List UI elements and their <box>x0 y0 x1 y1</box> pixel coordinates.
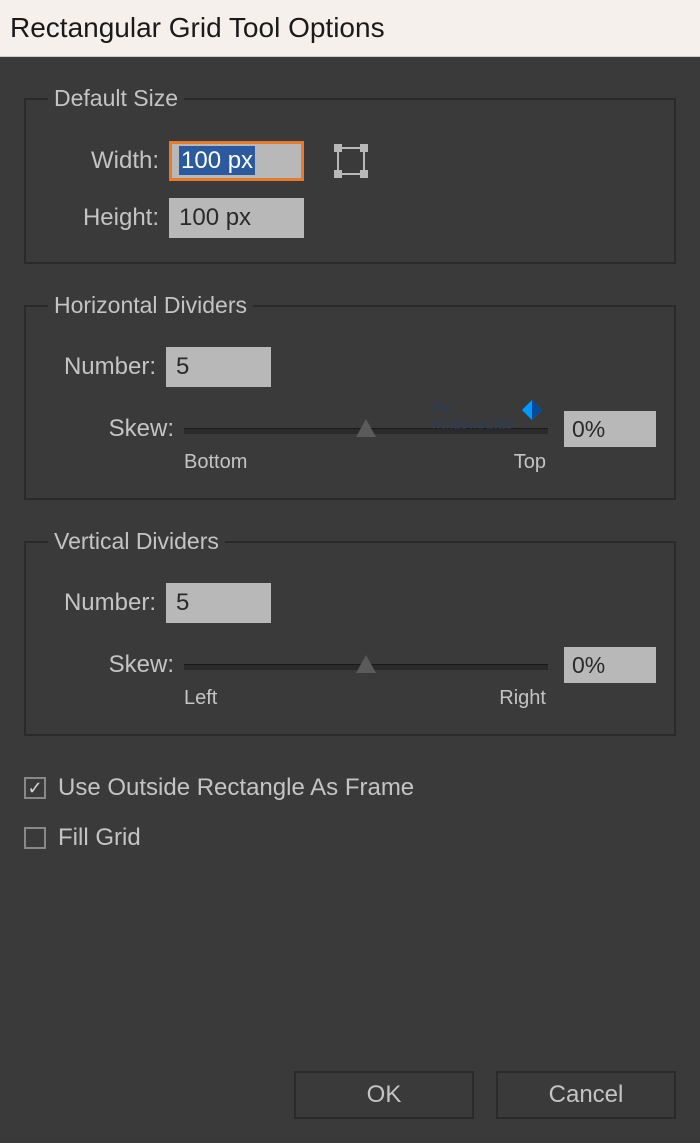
h-skew-value[interactable]: 0% <box>564 411 656 447</box>
dialog-body: Default Size Width: 100 px Height: 100 p… <box>0 57 700 1143</box>
use-outside-frame-label: Use Outside Rectangle As Frame <box>58 774 414 802</box>
default-size-group: Default Size Width: 100 px Height: 100 p… <box>24 85 676 264</box>
cancel-button[interactable]: Cancel <box>496 1071 676 1119</box>
v-skew-value[interactable]: 0% <box>564 647 656 683</box>
horizontal-dividers-group: Horizontal Dividers Number: 5 Skew: 0% B… <box>24 292 676 500</box>
v-skew-slider[interactable] <box>184 651 548 679</box>
h-number-input[interactable]: 5 <box>166 347 271 387</box>
use-outside-frame-checkbox[interactable] <box>24 777 46 799</box>
slider-thumb-icon[interactable] <box>356 419 376 437</box>
v-number-label: Number: <box>44 589 156 617</box>
height-label: Height: <box>44 204 159 232</box>
height-input[interactable]: 100 px <box>169 198 304 238</box>
v-skew-min-label: Left <box>184 687 217 710</box>
ok-button[interactable]: OK <box>294 1071 474 1119</box>
width-label: Width: <box>44 147 159 175</box>
v-number-input[interactable]: 5 <box>166 583 271 623</box>
h-skew-label: Skew: <box>44 415 174 443</box>
slider-thumb-icon[interactable] <box>356 655 376 673</box>
dialog-title: Rectangular Grid Tool Options <box>0 0 700 57</box>
fill-grid-label: Fill Grid <box>58 824 141 852</box>
horizontal-dividers-legend: Horizontal Dividers <box>48 292 253 319</box>
width-input[interactable]: 100 px <box>169 141 304 181</box>
h-skew-min-label: Bottom <box>184 451 247 474</box>
fill-grid-checkbox[interactable] <box>24 827 46 849</box>
h-skew-slider[interactable] <box>184 415 548 443</box>
default-size-legend: Default Size <box>48 85 184 112</box>
v-skew-max-label: Right <box>499 687 546 710</box>
h-skew-max-label: Top <box>514 451 546 474</box>
reference-point-icon[interactable] <box>330 140 372 182</box>
v-skew-label: Skew: <box>44 651 174 679</box>
vertical-dividers-group: Vertical Dividers Number: 5 Skew: 0% Lef… <box>24 528 676 736</box>
button-row: OK Cancel <box>24 1051 676 1119</box>
vertical-dividers-legend: Vertical Dividers <box>48 528 225 555</box>
h-number-label: Number: <box>44 353 156 381</box>
